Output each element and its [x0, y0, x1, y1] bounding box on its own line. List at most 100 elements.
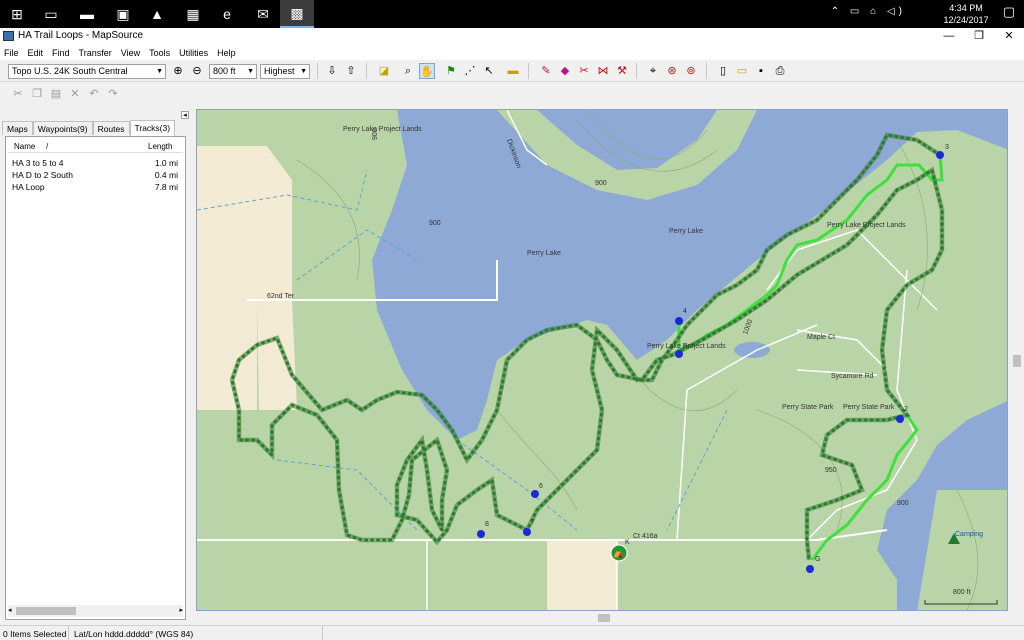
divide-track-icon[interactable]: ✂: [576, 63, 592, 79]
waypoint-label: 4: [683, 308, 687, 315]
panel-collapse-icon[interactable]: ◂: [181, 111, 189, 119]
clock[interactable]: 4:34 PM 12/24/2017: [938, 2, 994, 26]
scroll-right-icon[interactable]: ▸: [179, 606, 183, 614]
join-track-icon[interactable]: ⋈: [595, 63, 611, 79]
send-to-device-icon[interactable]: ⇧: [343, 63, 359, 79]
waypoint-label: K: [625, 539, 630, 546]
find-places-icon[interactable]: ⊚: [683, 63, 699, 79]
waypoint-2[interactable]: [896, 415, 904, 423]
map-view[interactable]: ⛺ 3 4 5 2 6 7 8 K G Perry Lake Project L…: [196, 109, 1008, 611]
window-title: HA Trail Loops - MapSource: [18, 30, 144, 41]
map-tool-icon[interactable]: ◪: [376, 63, 392, 79]
selection-tool-icon[interactable]: ↖: [481, 63, 497, 79]
scroll-thumb[interactable]: [1013, 355, 1021, 367]
minimize-button[interactable]: —: [934, 28, 964, 45]
start-button[interactable]: ⊞: [0, 0, 34, 28]
waypoint-label: 3: [945, 144, 949, 151]
distance-tool-icon[interactable]: ▬: [505, 63, 521, 79]
find-nearest-icon[interactable]: ⊛: [664, 63, 680, 79]
list-item[interactable]: HA Loop 7.8 mi: [12, 182, 178, 193]
mail-icon[interactable]: ✉: [246, 0, 280, 28]
maximize-button[interactable]: ❐: [964, 28, 994, 45]
close-button[interactable]: ✕: [994, 28, 1024, 45]
waypoint-g[interactable]: [806, 565, 814, 573]
list-scrollbar[interactable]: ◂ ▸: [8, 605, 183, 617]
map-product-value: Topo U.S. 24K South Central: [12, 66, 128, 76]
toolbar-separator: [706, 63, 707, 79]
list-item[interactable]: HA 3 to 5 to 4 1.0 mi: [12, 158, 178, 169]
find-icon[interactable]: ⌖: [645, 63, 661, 79]
tab-waypoints[interactable]: Waypoints(9): [32, 121, 93, 135]
scroll-thumb[interactable]: [598, 614, 610, 622]
eraser-icon[interactable]: ◆: [557, 63, 573, 79]
menu-find[interactable]: Find: [52, 48, 70, 58]
new-file-icon[interactable]: ▯: [715, 63, 731, 79]
waypoint-3[interactable]: [936, 151, 944, 159]
store-icon[interactable]: ▣: [106, 0, 140, 28]
map-label: Sycamore Rd: [831, 373, 874, 380]
menu-edit[interactable]: Edit: [28, 48, 44, 58]
mapsource-taskbar-icon[interactable]: ▩: [280, 0, 314, 28]
route-tool-icon[interactable]: ⋰: [462, 63, 478, 79]
scroll-thumb[interactable]: [16, 607, 76, 615]
waypoint-6[interactable]: [531, 490, 539, 498]
menu-tools[interactable]: Tools: [149, 48, 170, 58]
menu-view[interactable]: View: [121, 48, 140, 58]
redo-icon[interactable]: ↷: [105, 86, 121, 102]
waypoint-7[interactable]: [523, 528, 531, 536]
map-vertical-scrollbar[interactable]: [1010, 109, 1024, 611]
paste-icon[interactable]: ▤: [48, 86, 64, 102]
column-length-header[interactable]: Length: [148, 142, 172, 151]
menu-transfer[interactable]: Transfer: [79, 48, 112, 58]
track-length: 1.0 mi: [154, 158, 178, 168]
tab-routes[interactable]: Routes: [92, 121, 130, 135]
system-tray-icons[interactable]: ⌃ ▭ ⌂ ◁): [831, 6, 906, 17]
chevron-down-icon: ▼: [300, 68, 307, 75]
zoom-out-icon[interactable]: ⊖: [189, 63, 205, 79]
waypoint-4[interactable]: [675, 317, 683, 325]
menu-bar: File Edit Find Transfer View Tools Utili…: [0, 45, 1024, 60]
menu-file[interactable]: File: [4, 48, 19, 58]
sort-indicator: /: [46, 142, 49, 151]
map-horizontal-scrollbar[interactable]: [196, 611, 1008, 625]
open-file-icon[interactable]: ▭: [734, 63, 750, 79]
zoom-scale-select[interactable]: 800 ft ▼: [209, 64, 257, 79]
picnic-glyph: ⛺: [613, 549, 624, 559]
print-icon[interactable]: ⎙: [772, 63, 788, 79]
status-bar: 0 Items Selected Lat/Lon hddd.ddddd° (WG…: [0, 625, 1024, 640]
zoom-in-icon[interactable]: ⊕: [170, 63, 186, 79]
detail-select[interactable]: Highest ▼: [260, 64, 310, 79]
hand-tool-icon[interactable]: ✋: [419, 63, 435, 79]
topo-map[interactable]: ⛺ 3 4 5 2 6 7 8 K G Perry Lake Project L…: [197, 110, 1008, 611]
pond-water: [734, 342, 770, 358]
delete-icon[interactable]: ✕: [67, 86, 83, 102]
notification-icon[interactable]: ▢: [1000, 4, 1018, 22]
column-name-header[interactable]: Name: [14, 142, 35, 151]
edge-icon[interactable]: e: [210, 0, 244, 28]
copy-icon[interactable]: ❐: [29, 86, 45, 102]
zoom-tool-icon[interactable]: ⌕: [400, 63, 416, 79]
cut-icon[interactable]: ✂: [10, 86, 26, 102]
track-filter-icon[interactable]: ⚒: [614, 63, 630, 79]
coordinate-format: Lat/Lon hddd.ddddd° (WGS 84): [74, 629, 194, 639]
waypoint-tool-icon[interactable]: ⚑: [443, 63, 459, 79]
task-view-icon[interactable]: ▭: [34, 0, 68, 28]
list-item[interactable]: HA D to 2 South 0.4 mi: [12, 170, 178, 181]
map-product-select[interactable]: Topo U.S. 24K South Central ▼: [8, 64, 166, 79]
waypoint-5[interactable]: [675, 350, 683, 358]
draw-track-icon[interactable]: ✎: [538, 63, 554, 79]
scroll-left-icon[interactable]: ◂: [8, 606, 12, 614]
tab-tracks[interactable]: Tracks(3): [129, 120, 176, 136]
receive-from-device-icon[interactable]: ⇩: [324, 63, 340, 79]
undo-icon[interactable]: ↶: [86, 86, 102, 102]
photos-icon[interactable]: ▲: [140, 0, 174, 28]
file-explorer-icon[interactable]: ▬: [70, 0, 104, 28]
menu-utilities[interactable]: Utilities: [179, 48, 208, 58]
tab-maps[interactable]: Maps: [2, 121, 33, 135]
map-label: Ct 416a: [633, 533, 658, 540]
calculator-icon[interactable]: ▦: [176, 0, 210, 28]
save-icon[interactable]: ▪: [753, 63, 769, 79]
waypoint-8[interactable]: [477, 530, 485, 538]
track-name: HA 3 to 5 to 4: [12, 158, 64, 168]
menu-help[interactable]: Help: [217, 48, 236, 58]
